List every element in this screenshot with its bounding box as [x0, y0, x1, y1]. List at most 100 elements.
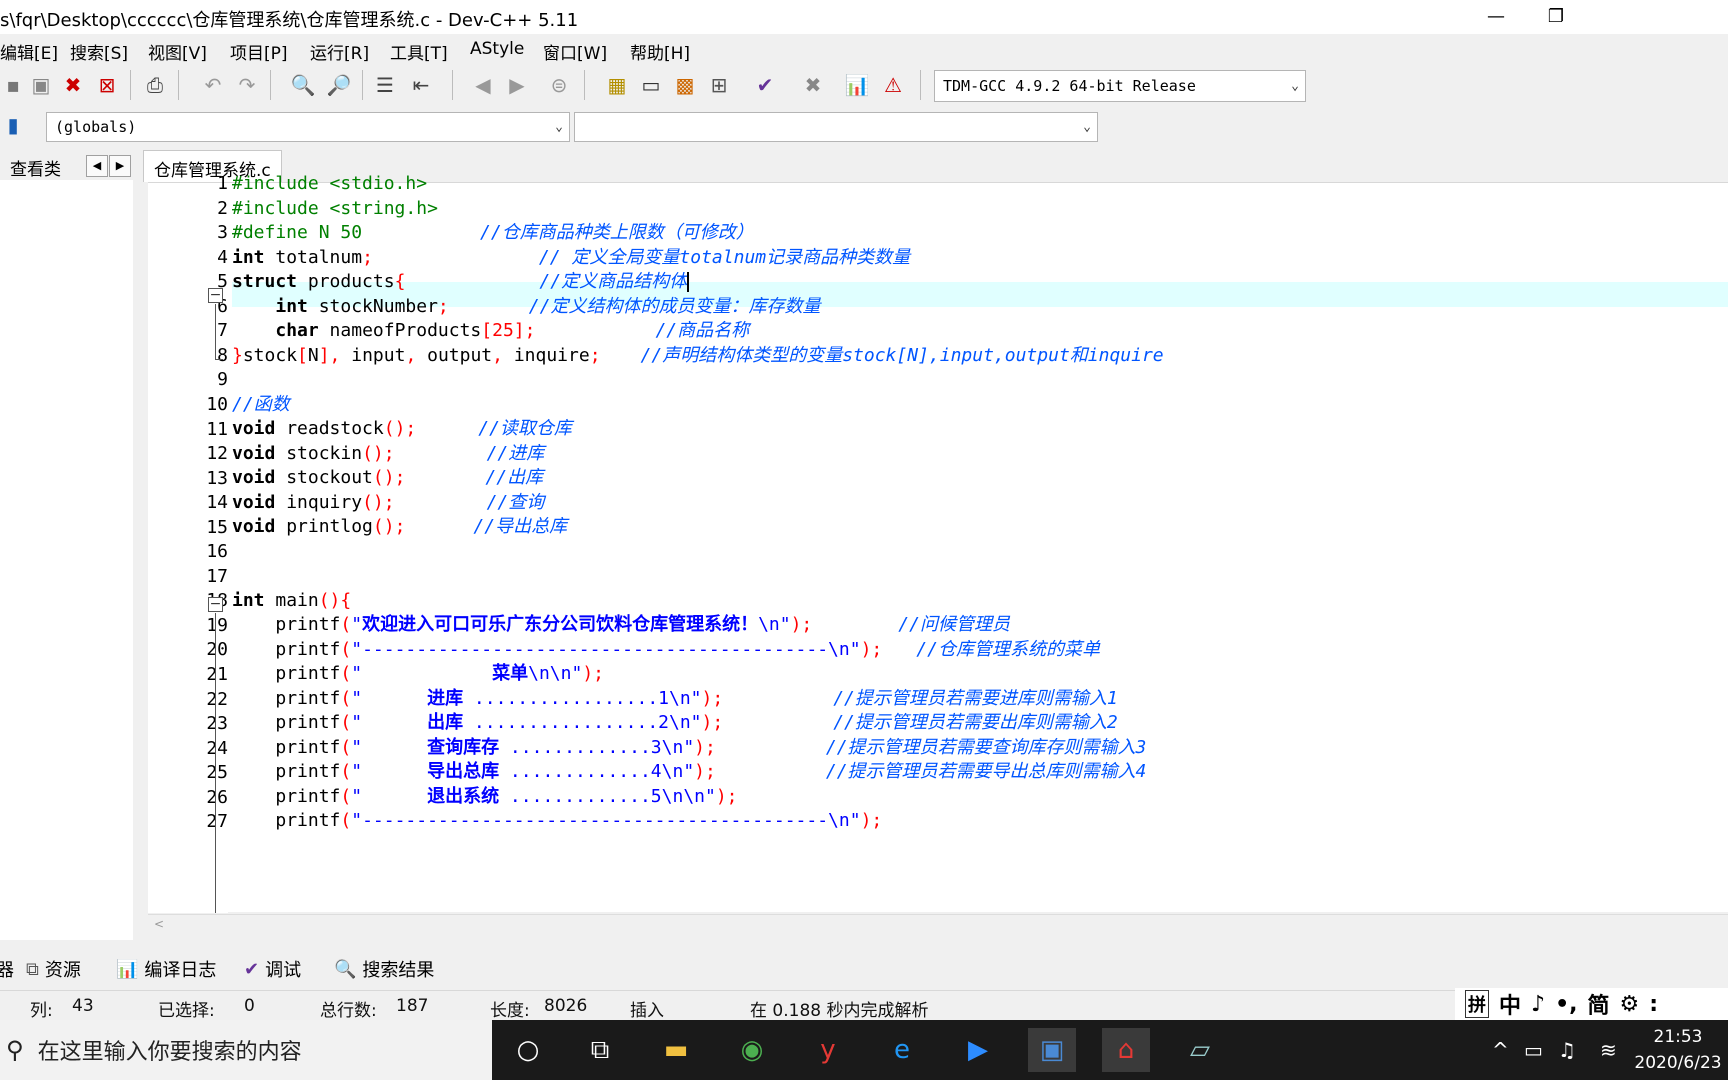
debug-icon: ✔	[244, 958, 260, 980]
tab-compile-log[interactable]: 📊 编译日志	[116, 956, 216, 982]
taskbar-search[interactable]: ⚲ 在这里输入你要搜索的内容	[0, 1020, 492, 1080]
ime-more-icon[interactable]: :	[1649, 992, 1658, 1017]
code-editor[interactable]: 1234567891011121314151617181920212223242…	[148, 173, 1728, 913]
scope-select-value: (globals)	[55, 118, 137, 136]
unindent-icon[interactable]: ⇤	[408, 72, 434, 98]
ime-simplified-mode[interactable]: 简	[1587, 988, 1609, 1020]
tab-debug[interactable]: ✔ 调试	[244, 956, 301, 982]
menu-project[interactable]: 项目[P]	[230, 39, 288, 64]
code-line-22: printf(" 进库 .................1\n");//提示管…	[275, 688, 1118, 709]
minimize-button[interactable]: —	[1476, 2, 1516, 32]
cortana-icon[interactable]: ○	[504, 1028, 552, 1072]
tab-compile-log-label: 编译日志	[144, 960, 217, 981]
ime-punct-icon[interactable]: •,	[1555, 992, 1577, 1017]
tab-search-results-label: 搜索结果	[362, 960, 435, 981]
horizontal-scrollbar[interactable]: <	[148, 914, 1728, 936]
tab-debug-label: 调试	[265, 960, 302, 981]
code-area[interactable]: #include <stdio.h> #include <string.h> #…	[232, 173, 1728, 913]
clock-date: 2020/6/23	[1634, 1053, 1722, 1073]
file-explorer-icon[interactable]: ▬	[652, 1028, 700, 1072]
edge-icon[interactable]: e	[878, 1028, 926, 1072]
scope-select[interactable]: (globals) ⌄	[46, 112, 570, 142]
compile-run-icon[interactable]: ▩	[672, 72, 698, 98]
search-icon: ⚲	[6, 1036, 24, 1064]
class-toolbar: ▮ (globals) ⌄ ⌄	[0, 106, 1728, 146]
close-file-icon[interactable]: ✖	[60, 72, 86, 98]
compile-log-icon: 📊	[116, 958, 139, 980]
class-tree[interactable]	[0, 180, 133, 940]
fold-toggle-icon[interactable]: −	[208, 288, 223, 303]
code-line-14: void inquiry();//查询	[232, 492, 545, 513]
devcpp-icon[interactable]: ▣	[1028, 1028, 1076, 1072]
replace-icon[interactable]: 🔎	[326, 72, 352, 98]
task-view-icon[interactable]: ⧉	[576, 1028, 624, 1072]
window-title: s\fqr\Desktop\cccccc\仓库管理系统\仓库管理系统.c - D…	[0, 10, 579, 31]
tab-resources-label: 资源	[44, 960, 81, 981]
class-browser-icon[interactable]: ▮	[0, 112, 26, 138]
bookmark-prev-icon[interactable]: ◀	[470, 72, 496, 98]
close-all-icon[interactable]: ⊠	[94, 72, 120, 98]
tab-resources[interactable]: ⧉ 资源	[26, 956, 81, 982]
save-icon[interactable]: ▪	[0, 72, 26, 98]
menu-help[interactable]: 帮助[H]	[630, 39, 690, 64]
taskbar-clock[interactable]: 21:53 2020/6/23	[1628, 1024, 1728, 1076]
menu-window[interactable]: 窗口[W]	[543, 39, 607, 64]
scroll-left-icon[interactable]: <	[154, 917, 164, 931]
goto-icon[interactable]: ⊜	[546, 72, 572, 98]
redo-icon[interactable]: ↷	[234, 72, 260, 98]
indent-icon[interactable]: ☰	[372, 72, 398, 98]
tab-scroll-right-icon[interactable]: ▶	[109, 155, 131, 177]
youdao-icon[interactable]: y	[804, 1028, 852, 1072]
code-line-21: printf(" 菜单\n\n");	[275, 663, 604, 684]
tab-scroll-left-icon[interactable]: ◀	[86, 155, 108, 177]
code-line-19: printf("欢迎进入可口可乐广东分公司饮料仓库管理系统！\n");//问候管…	[275, 614, 1010, 635]
ime-chinese-mode[interactable]: 中	[1499, 988, 1521, 1020]
tab-search-results[interactable]: 🔍 搜索结果	[334, 956, 434, 982]
tray-expand-icon[interactable]: ^	[1492, 1038, 1509, 1062]
run-icon[interactable]: ▭	[638, 72, 664, 98]
pdf-icon[interactable]: ⌂	[1102, 1028, 1150, 1072]
restore-button[interactable]: ❐	[1536, 2, 1576, 32]
compiler-select[interactable]: TDM-GCC 4.9.2 64-bit Release ⌄	[934, 70, 1306, 102]
ime-halfwidth-icon[interactable]: ♪	[1531, 992, 1545, 1017]
chevron-down-icon: ⌄	[1083, 119, 1091, 135]
tab-class-view[interactable]: 查看类	[10, 155, 61, 180]
status-len-label: 长度:	[490, 1001, 530, 1021]
menu-view[interactable]: 视图[V]	[148, 39, 207, 64]
code-line-10: //函数	[232, 394, 290, 415]
menu-search[interactable]: 搜索[S]	[70, 39, 128, 64]
wifi-icon[interactable]: ≋	[1600, 1038, 1617, 1062]
tab-compiler[interactable]: 器	[0, 956, 14, 982]
status-lines-value: 187	[396, 996, 429, 1016]
battery-icon[interactable]: ▭	[1524, 1038, 1543, 1062]
menu-tools[interactable]: 工具[T]	[390, 39, 448, 64]
code-line-13: void stockout();//出库	[232, 467, 544, 488]
symbol-select[interactable]: ⌄	[574, 112, 1098, 142]
menu-edit[interactable]: 编辑[E]	[0, 39, 58, 64]
compile-icon[interactable]: ▦	[604, 72, 630, 98]
rebuild-icon[interactable]: ⊞	[706, 72, 732, 98]
save-all-icon[interactable]: ▣	[28, 72, 54, 98]
fold-toggle-icon[interactable]: −	[208, 597, 223, 612]
print-icon[interactable]: ⎙	[142, 72, 168, 98]
notes-icon[interactable]: ▱	[1176, 1028, 1224, 1072]
stop-icon[interactable]: ✖	[800, 72, 826, 98]
volume-icon[interactable]: ♫	[1558, 1038, 1576, 1062]
menu-astyle[interactable]: AStyle	[470, 39, 524, 59]
clock-time: 21:53	[1653, 1027, 1703, 1047]
check-icon[interactable]: ✔	[752, 72, 778, 98]
search-results-icon: 🔍	[334, 958, 357, 980]
ime-settings-icon[interactable]: ⚙	[1620, 992, 1640, 1017]
chart-icon[interactable]: 📊	[844, 72, 870, 98]
chrome-icon[interactable]: ◉	[728, 1028, 776, 1072]
find-icon[interactable]: 🔍	[290, 72, 316, 98]
zoom-icon[interactable]: ▶	[954, 1028, 1002, 1072]
search-placeholder: 在这里输入你要搜索的内容	[37, 1040, 302, 1065]
bookmark-next-icon[interactable]: ▶	[504, 72, 530, 98]
code-line-24: printf(" 查询库存 .............3\n");//提示管理员…	[275, 737, 1147, 758]
undo-icon[interactable]: ↶	[200, 72, 226, 98]
menu-run[interactable]: 运行[R]	[310, 39, 369, 64]
code-line-27: printf("--------------------------------…	[275, 810, 883, 831]
ime-pinyin-icon[interactable]: 拼	[1465, 990, 1489, 1018]
profile-icon[interactable]: ⚠	[880, 72, 906, 98]
